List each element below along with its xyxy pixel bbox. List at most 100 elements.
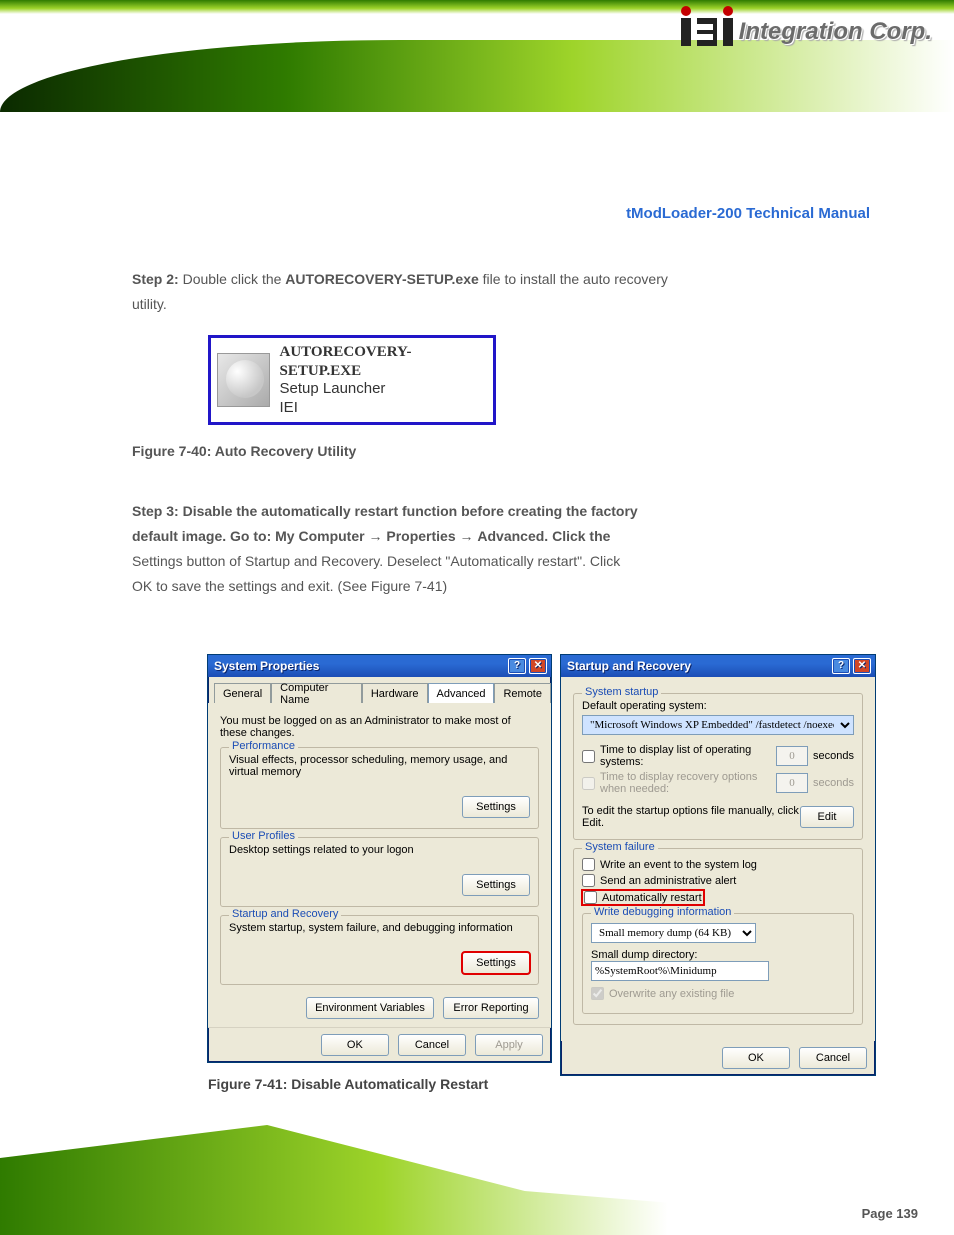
performance-group: Performance Visual effects, processor sc… [220, 747, 539, 829]
sysprops-ok-button[interactable]: OK [321, 1034, 389, 1056]
dump-type-select[interactable]: Small memory dump (64 KB) [591, 923, 756, 943]
startup-recovery-dialog: Startup and Recovery ? ✕ System startup … [560, 654, 876, 1076]
send-admin-alert-label: Send an administrative alert [600, 875, 736, 887]
help-icon[interactable]: ? [832, 658, 850, 674]
page-number: Page 139 [862, 1206, 918, 1221]
logo-letter-e [697, 18, 717, 46]
system-failure-group: System failure Write an event to the sys… [573, 848, 863, 1025]
tab-computer-name[interactable]: Computer Name [271, 683, 362, 703]
system-startup-group: System startup Default operating system:… [573, 693, 863, 840]
performance-desc: Visual effects, processor scheduling, me… [229, 754, 530, 778]
startup-titlebar[interactable]: Startup and Recovery ? ✕ [561, 655, 875, 677]
header-band-top [0, 0, 954, 14]
sysprops-apply-button[interactable]: Apply [475, 1034, 543, 1056]
performance-settings-button[interactable]: Settings [462, 796, 530, 818]
tab-general[interactable]: General [214, 683, 271, 703]
startup-ok-button[interactable]: OK [722, 1047, 790, 1069]
brand-text: Integration Corp. [739, 18, 932, 46]
env-vars-button[interactable]: Environment Variables [306, 997, 434, 1019]
startup-legend: Startup and Recovery [229, 908, 341, 920]
default-os-label: Default operating system: [582, 700, 854, 712]
profiles-legend: User Profiles [229, 830, 298, 842]
startup-settings-button[interactable]: Settings [462, 952, 530, 974]
edit-note: To edit the startup options file manuall… [582, 805, 800, 829]
tab-hardware[interactable]: Hardware [362, 683, 428, 703]
error-reporting-button[interactable]: Error Reporting [443, 997, 539, 1019]
os-list-seconds-spinner[interactable] [776, 746, 808, 766]
step-2-text-a: Double click the [183, 271, 286, 287]
sysprops-tabs: General Computer Name Hardware Advanced … [214, 683, 551, 703]
step-2-filename: AUTORECOVERY-SETUP.exe [285, 271, 478, 287]
admin-note: You must be logged on as an Administrato… [216, 711, 543, 739]
system-properties-dialog: System Properties ? ✕ General Computer N… [207, 654, 552, 1063]
debug-info-group: Write debugging information Small memory… [582, 913, 854, 1014]
footer-band [0, 1125, 954, 1235]
show-recovery-checkbox [582, 777, 595, 790]
startup-desc: System startup, system failure, and debu… [229, 922, 530, 934]
edit-bootini-button[interactable]: Edit [800, 806, 854, 828]
arrow-icon: → [368, 528, 382, 544]
default-os-select[interactable]: "Microsoft Windows XP Embedded" /fastdet… [582, 715, 854, 735]
write-event-checkbox[interactable] [582, 858, 595, 871]
installer-icon [217, 353, 270, 407]
step-3-label: Step 3: [132, 503, 183, 519]
step-3-text-d: Properties [386, 528, 459, 544]
auto-restart-label: Automatically restart [602, 892, 702, 904]
step-3-text-g: OK to save the settings and exit. (See F… [132, 578, 447, 594]
installer-desc: Setup Launcher [280, 380, 487, 399]
tab-advanced[interactable]: Advanced [428, 683, 495, 703]
document-body: tModLoader-200 Technical Manual Step 2: … [132, 200, 870, 599]
tab-remote[interactable]: Remote [494, 683, 551, 703]
profiles-settings-button[interactable]: Settings [462, 874, 530, 896]
installer-caption-block: AUTORECOVERY-SETUP.EXE Setup Launcher IE… [280, 343, 487, 418]
seconds-label-1: seconds [813, 750, 854, 762]
write-event-label: Write an event to the system log [600, 859, 757, 871]
step-2-text-c: file to install the auto recovery [483, 271, 668, 287]
show-os-list-checkbox[interactable] [582, 750, 595, 763]
installer-vendor: IEI [280, 399, 487, 418]
close-icon[interactable]: ✕ [853, 658, 871, 674]
recovery-seconds-spinner [776, 773, 808, 793]
step-3-text-b: Disable the automatically restart functi… [183, 503, 638, 519]
performance-legend: Performance [229, 740, 298, 752]
step-2: Step 2: Double click the AUTORECOVERY-SE… [132, 267, 870, 317]
send-admin-alert-checkbox[interactable] [582, 874, 595, 887]
user-profiles-group: User Profiles Desktop settings related t… [220, 837, 539, 907]
show-os-list-label: Time to display list of operating system… [600, 744, 766, 768]
sysprops-cancel-button[interactable]: Cancel [398, 1034, 466, 1056]
seconds-label-2: seconds [813, 777, 854, 789]
arrow-icon-2: → [460, 528, 474, 544]
figure-40-caption: Figure 7-40: Auto Recovery Utility [132, 439, 870, 464]
logo-letter-i [681, 18, 691, 46]
sysprops-title: System Properties [214, 659, 319, 673]
header-band-swoop [0, 40, 954, 112]
figure-41-caption: Figure 7-41: Disable Automatically Resta… [208, 1076, 488, 1092]
debug-info-legend: Write debugging information [591, 906, 734, 918]
logo-letter-i2 [723, 18, 733, 46]
startup-title: Startup and Recovery [567, 659, 691, 673]
system-startup-legend: System startup [582, 686, 661, 698]
startup-recovery-group: Startup and Recovery System startup, sys… [220, 915, 539, 985]
dump-dir-label: Small dump directory: [591, 949, 845, 961]
step-3-text-e: Advanced. Click the [477, 528, 610, 544]
dump-dir-input[interactable] [591, 961, 769, 981]
step-2-label: Step 2: [132, 271, 183, 287]
brand-logo: Integration Corp. [681, 18, 932, 46]
installer-filename: AUTORECOVERY-SETUP.EXE [280, 343, 487, 381]
system-failure-legend: System failure [582, 841, 658, 853]
auto-restart-checkbox[interactable] [584, 891, 597, 904]
show-recovery-label: Time to display recovery options when ne… [600, 771, 766, 795]
autorecovery-inline-figure: AUTORECOVERY-SETUP.EXE Setup Launcher IE… [208, 335, 496, 425]
step-3: Step 3: Disable the automatically restar… [132, 499, 870, 600]
step-2-text-d: utility. [132, 296, 167, 312]
help-icon[interactable]: ? [508, 658, 526, 674]
step-3-text-f: Settings button of Startup and Recovery.… [132, 553, 620, 569]
overwrite-checkbox [591, 987, 604, 1000]
doc-title: tModLoader-200 Technical Manual [132, 200, 870, 227]
step-3-text-c: default image. Go to: My Computer [132, 528, 368, 544]
sysprops-titlebar[interactable]: System Properties ? ✕ [208, 655, 551, 677]
startup-cancel-button[interactable]: Cancel [799, 1047, 867, 1069]
overwrite-label: Overwrite any existing file [609, 988, 734, 1000]
profiles-desc: Desktop settings related to your logon [229, 844, 530, 856]
close-icon[interactable]: ✕ [529, 658, 547, 674]
